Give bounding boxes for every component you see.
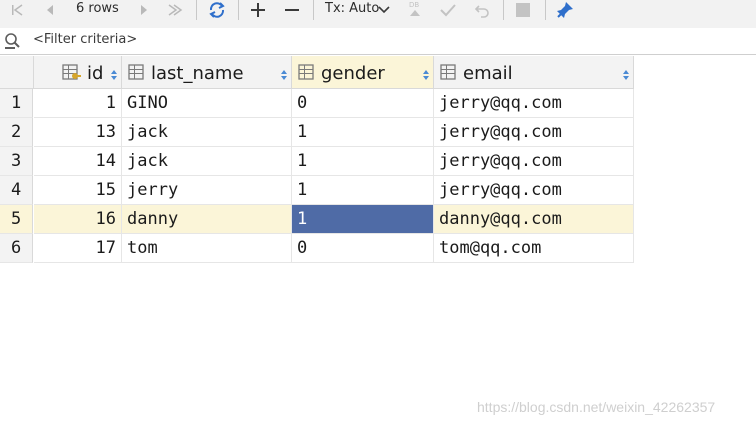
cell-last-name[interactable]: tom	[122, 234, 292, 263]
cell-gender[interactable]: 1	[292, 176, 434, 205]
cell-id[interactable]: 1	[34, 89, 122, 118]
cell-email[interactable]: jerry@qq.com	[434, 89, 634, 118]
toolbar-separator	[238, 0, 239, 20]
cell-last-name[interactable]: danny	[122, 205, 292, 234]
sort-icon[interactable]	[280, 66, 288, 85]
cell-gender-active[interactable]: 1	[292, 205, 434, 234]
filter-bar: <Filter criteria>	[0, 28, 756, 55]
column-header-label: id	[87, 63, 104, 84]
cell-gender[interactable]: 1	[292, 118, 434, 147]
row-number[interactable]: 3	[0, 147, 33, 176]
cell-email[interactable]: jerry@qq.com	[434, 176, 634, 205]
cell-email[interactable]: tom@qq.com	[434, 234, 634, 263]
chevron-down-icon[interactable]	[376, 0, 392, 24]
column-header-email[interactable]: email	[434, 56, 634, 89]
column-header-label: gender	[321, 63, 385, 84]
cell-last-name[interactable]: jack	[122, 147, 292, 176]
cell-id[interactable]: 14	[34, 147, 122, 176]
cell-id[interactable]: 16	[34, 205, 122, 234]
column-header-id[interactable]: id	[34, 56, 122, 89]
prev-page-icon[interactable]	[40, 0, 60, 24]
row-number[interactable]: 2	[0, 118, 33, 147]
toolbar-separator	[196, 0, 197, 20]
cell-last-name[interactable]: GINO	[122, 89, 292, 118]
primary-key-column-icon	[62, 64, 82, 86]
pin-icon[interactable]	[553, 0, 577, 24]
row-number[interactable]: 6	[0, 234, 33, 263]
cell-id[interactable]: 15	[34, 176, 122, 205]
column-header-label: last_name	[151, 63, 244, 84]
svg-text:DB: DB	[409, 1, 419, 9]
column-header-last-name[interactable]: last_name	[122, 56, 292, 89]
cell-email[interactable]: jerry@qq.com	[434, 118, 634, 147]
delete-row-icon[interactable]	[282, 0, 302, 24]
toolbar-separator	[503, 0, 504, 20]
revert-icon[interactable]	[472, 0, 492, 24]
sort-icon[interactable]	[422, 66, 430, 85]
sort-icon[interactable]	[110, 66, 118, 85]
watermark: https://blog.csdn.net/weixin_42262357	[477, 399, 716, 415]
cell-last-name[interactable]: jack	[122, 118, 292, 147]
last-page-icon[interactable]	[164, 0, 186, 24]
row-count-label: 6 rows	[76, 1, 119, 16]
cell-gender[interactable]: 1	[292, 147, 434, 176]
first-page-icon[interactable]	[8, 0, 28, 24]
column-header-gender[interactable]: gender	[292, 56, 434, 89]
row-number-header	[0, 56, 34, 89]
row-number[interactable]: 5	[0, 205, 33, 234]
cell-email[interactable]: danny@qq.com	[434, 205, 634, 234]
cell-id[interactable]: 13	[34, 118, 122, 147]
cell-email[interactable]: jerry@qq.com	[434, 147, 634, 176]
check-icon[interactable]	[438, 0, 458, 24]
cell-gender[interactable]: 0	[292, 234, 434, 263]
transaction-mode-dropdown[interactable]: Tx: Auto	[325, 1, 379, 16]
cell-last-name[interactable]: jerry	[122, 176, 292, 205]
filter-criteria-input[interactable]: <Filter criteria>	[33, 32, 137, 47]
add-row-icon[interactable]	[248, 0, 268, 24]
row-number[interactable]: 4	[0, 176, 33, 205]
column-table-icon	[128, 64, 144, 84]
toolbar-separator	[545, 0, 546, 20]
cell-id[interactable]: 17	[34, 234, 122, 263]
commit-db-icon[interactable]: DB	[404, 0, 426, 24]
sort-icon[interactable]	[622, 66, 630, 85]
column-header-label: email	[463, 63, 513, 84]
refresh-icon[interactable]	[205, 0, 229, 24]
toolbar: 6 rows Tx: Auto DB	[0, 0, 756, 29]
filter-search-icon[interactable]	[4, 32, 22, 54]
next-page-icon[interactable]	[134, 0, 154, 24]
column-table-icon	[440, 64, 456, 84]
stop-icon[interactable]	[512, 0, 534, 24]
column-table-icon	[298, 64, 314, 84]
toolbar-separator	[313, 0, 314, 20]
cell-gender[interactable]: 0	[292, 89, 434, 118]
row-number[interactable]: 1	[0, 89, 33, 118]
